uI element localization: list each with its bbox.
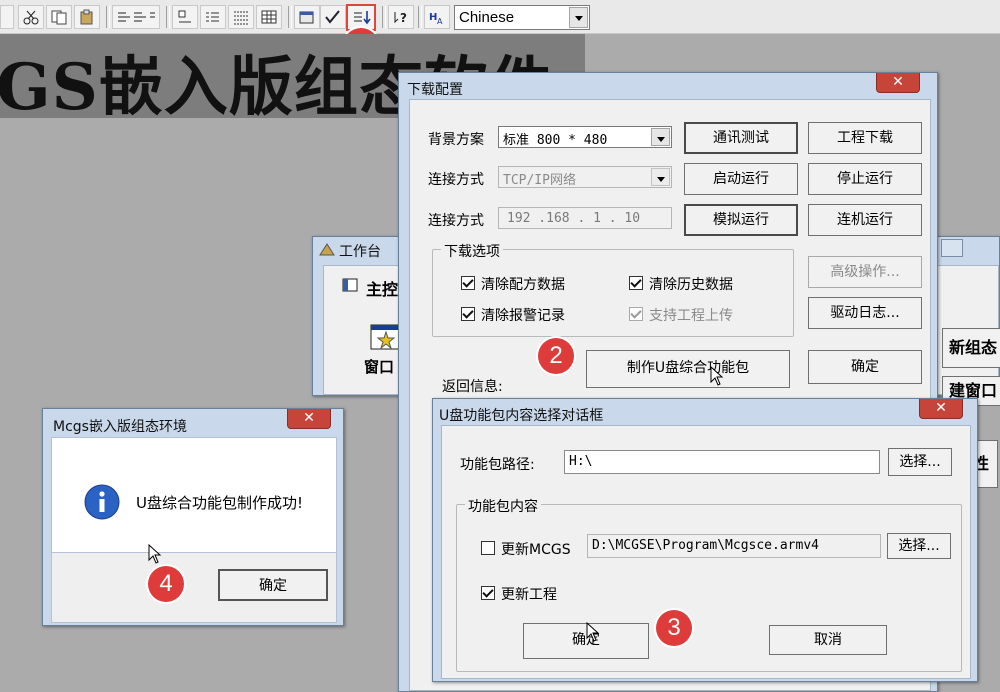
checkbox-checked-icon[interactable] (481, 586, 495, 600)
simulate-run-button[interactable]: 模拟运行 (684, 204, 798, 236)
update-project-checkbox[interactable]: 更新工程 (481, 584, 557, 604)
download-ok-button[interactable]: 确定 (808, 350, 922, 384)
step-badge-3: 3 (656, 610, 692, 646)
message-box-title: Mcgs嵌入版组态环境 (53, 419, 187, 435)
close-icon[interactable]: ✕ (876, 73, 920, 93)
message-ok-button[interactable]: 确定 (218, 569, 328, 601)
checkbox-unchecked-icon[interactable] (481, 541, 495, 555)
package-content-title: 功能包内容 (465, 496, 541, 516)
comm-test-button[interactable]: 通讯测试 (684, 122, 798, 154)
checkbox-checked-icon[interactable] (461, 276, 475, 290)
chevron-down-icon[interactable] (651, 168, 670, 186)
new-config-button[interactable]: 新组态 (942, 328, 1000, 368)
step-badge-2: 2 (538, 338, 574, 374)
list-icon[interactable] (200, 5, 226, 29)
clear-alarm-checkbox[interactable]: 清除报警记录 (461, 305, 565, 325)
language-select[interactable]: Chinese (454, 5, 590, 30)
svg-text:?: ? (400, 11, 407, 25)
download-options-group: 下载选项 清除配方数据 清除历史数据 清除报警记录 支持工程上传 (432, 241, 794, 337)
checkbox-checked-icon[interactable] (629, 276, 643, 290)
workbench-app-icon (319, 243, 335, 256)
stop-run-button[interactable]: 停止运行 (808, 163, 922, 195)
info-icon (84, 484, 120, 520)
download-config-title: 下载配置 (407, 82, 463, 98)
chevron-down-icon[interactable] (569, 7, 588, 28)
chevron-down-icon[interactable] (651, 128, 670, 146)
close-icon[interactable]: ✕ (287, 409, 331, 429)
package-path-label: 功能包路径: (460, 457, 535, 473)
copy-icon[interactable] (46, 5, 72, 29)
return-info-label: 返回信息: (442, 379, 503, 395)
clear-recipe-label: 清除配方数据 (481, 277, 565, 293)
step-badge-4: 4 (148, 566, 184, 602)
close-icon[interactable]: ✕ (919, 399, 963, 419)
usb-package-panel: 功能包路径: H:\ 选择... 功能包内容 更新MCGS D:\MCGSE\P… (441, 425, 971, 679)
usb-package-title: U盘功能包内容选择对话框 (439, 408, 604, 424)
mcgs-path-field[interactable]: D:\MCGSE\Program\Mcgsce.armv4 (587, 534, 881, 558)
table-icon[interactable] (256, 5, 282, 29)
online-run-button[interactable]: 连机运行 (808, 204, 922, 236)
ip-address-value: 192 .168 . 1 . 10 (507, 211, 641, 226)
bg-scheme-label: 背景方案 (428, 132, 484, 148)
checkbox-checked-icon[interactable] (461, 307, 475, 321)
driver-log-button[interactable]: 驱动日志... (808, 297, 922, 329)
toolbar-grip-icon (0, 5, 14, 29)
usb-package-window[interactable]: U盘功能包内容选择对话框 ✕ 功能包路径: H:\ 选择... 功能包内容 更新… (432, 398, 978, 682)
usb-cancel-button[interactable]: 取消 (769, 625, 887, 655)
mcgs-path-value: D:\MCGSE\Program\Mcgsce.armv4 (592, 538, 819, 553)
detail-icon[interactable] (228, 5, 254, 29)
conn-mode-value: TCP/IP网络 (503, 173, 576, 188)
toolbar: ? HA Chinese (0, 0, 1000, 34)
mouse-cursor-icon (148, 544, 162, 564)
ip-address-field[interactable]: 192 .168 . 1 . 10 (498, 207, 672, 229)
mouse-cursor-icon (586, 622, 600, 642)
message-box-window[interactable]: Mcgs嵌入版组态环境 ✕ U盘综合功能包制作成功! 确定 (42, 408, 344, 626)
bg-scheme-select[interactable]: 标准 800 * 480 (498, 126, 672, 148)
align-icon[interactable] (112, 5, 160, 29)
message-box-footer: 确定 (51, 553, 337, 623)
address-label: 连接方式 (428, 213, 484, 229)
paste-icon[interactable] (74, 5, 100, 29)
check-icon[interactable] (320, 5, 346, 29)
checkbox-checked-icon[interactable] (629, 307, 643, 321)
message-box-body: U盘综合功能包制作成功! (51, 437, 337, 553)
update-mcgs-label: 更新MCGS (501, 542, 571, 558)
package-path-field[interactable]: H:\ (564, 450, 880, 474)
start-run-button[interactable]: 启动运行 (684, 163, 798, 195)
mouse-cursor-icon (710, 366, 724, 386)
conn-mode-label: 连接方式 (428, 172, 484, 188)
maximize-icon[interactable] (941, 239, 963, 257)
support-upload-checkbox[interactable]: 支持工程上传 (629, 305, 733, 325)
font-icon[interactable]: HA (424, 5, 450, 29)
update-project-label: 更新工程 (501, 587, 557, 603)
package-path-value: H:\ (569, 454, 593, 469)
project-download-button[interactable]: 工程下载 (808, 122, 922, 154)
clear-alarm-label: 清除报警记录 (481, 308, 565, 324)
message-text: U盘综合功能包制作成功! (136, 494, 303, 512)
properties-icon[interactable] (294, 5, 320, 29)
download-options-title: 下载选项 (441, 241, 503, 261)
advanced-ops-button[interactable]: 高级操作... (808, 256, 922, 288)
language-value: Chinese (459, 9, 515, 26)
make-usb-package-button[interactable]: 制作U盘综合功能包 (586, 350, 790, 388)
clear-recipe-checkbox[interactable]: 清除配方数据 (461, 274, 565, 294)
window-icon (342, 278, 358, 292)
package-content-group: 功能包内容 更新MCGS D:\MCGSE\Program\Mcgsce.arm… (456, 496, 962, 672)
clear-history-checkbox[interactable]: 清除历史数据 (629, 274, 733, 294)
svg-text:A: A (437, 17, 443, 25)
choose-mcgs-button[interactable]: 选择... (887, 533, 951, 559)
help-icon[interactable]: ? (388, 5, 414, 29)
grid-icon[interactable] (172, 5, 198, 29)
clear-history-label: 清除历史数据 (649, 277, 733, 293)
support-upload-label: 支持工程上传 (649, 308, 733, 324)
workbench-tab-main[interactable]: 主控 (366, 276, 398, 300)
update-mcgs-checkbox[interactable]: 更新MCGS (481, 539, 571, 559)
choose-path-button[interactable]: 选择... (888, 448, 952, 476)
workbench-title: 工作台 (339, 244, 381, 260)
cut-icon[interactable] (18, 5, 44, 29)
bg-scheme-value: 标准 800 * 480 (503, 133, 608, 148)
conn-mode-select[interactable]: TCP/IP网络 (498, 166, 672, 188)
download-icon[interactable] (346, 4, 376, 31)
workbench-window-label: 窗口 (364, 358, 395, 376)
